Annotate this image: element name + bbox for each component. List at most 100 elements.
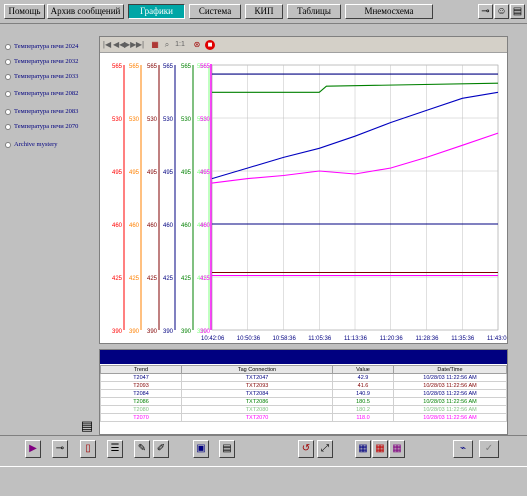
printer-icon[interactable]: ▤ [78, 417, 96, 435]
table-cell-tag: TXT2084 [181, 389, 333, 398]
undo-icon[interactable]: ↺ [298, 440, 314, 458]
zoom-icon[interactable]: ⌕ [162, 40, 172, 50]
table-cell-time: 10/28/03 11:22:56 AM [393, 373, 507, 382]
radio-icon [5, 43, 11, 50]
chart-red-icon[interactable]: ▦ [372, 440, 388, 458]
document-icon[interactable]: ▯ [80, 440, 96, 458]
menu-system[interactable]: Система [189, 4, 241, 19]
edit-alt-icon[interactable]: ✐ [153, 440, 169, 458]
x-tick-label: 11:35:36 [451, 336, 475, 342]
y-tick-label: 425 [129, 276, 140, 282]
trend-item-label: Температура печи 2033 [14, 73, 79, 80]
y-tick-label: 390 [163, 329, 174, 335]
redo-icon[interactable]: ⤢ [317, 440, 333, 458]
settings-icon[interactable]: ▦ [150, 40, 160, 50]
y-tick-label: 495 [181, 170, 192, 176]
stop-icon[interactable]: ■ [205, 40, 215, 50]
lock-icon[interactable]: ⊛ [192, 40, 202, 50]
connect-icon[interactable]: ⌁ [453, 440, 473, 458]
right-margin [509, 36, 527, 435]
x-tick-label: 10:50:36 [237, 336, 261, 342]
radio-icon [5, 73, 11, 80]
table-cell-trend: T2070 [100, 413, 182, 422]
zoom-reset-button[interactable]: 1:1 [173, 40, 187, 50]
y-tick-label: 390 [200, 329, 211, 335]
key-icon[interactable]: ⊸ [52, 440, 68, 458]
disabled-check-icon: ✓ [479, 440, 499, 458]
table-row[interactable]: T2047 TXT2047 42.9 10/28/03 11:22:56 AM [100, 373, 507, 382]
radio-icon [5, 123, 11, 130]
y-tick-label: 390 [181, 329, 192, 335]
last-icon[interactable]: ▶| [135, 40, 145, 50]
menu-kip[interactable]: КИП [245, 4, 283, 19]
menu-tables[interactable]: Таблицы [287, 4, 341, 19]
trend-item[interactable]: Температура печи 2024 [5, 43, 78, 51]
radio-icon [5, 58, 11, 65]
rewind-icon[interactable]: ◀◀ [113, 40, 125, 50]
column-header: Value [332, 365, 394, 374]
y-tick-label: 565 [112, 64, 123, 70]
table-cell-trend: T2047 [100, 373, 182, 382]
y-tick-label: 425 [147, 276, 158, 282]
menu-graphs[interactable]: Графики [128, 4, 185, 19]
chart-purple-icon[interactable]: ▦ [389, 440, 405, 458]
y-tick-label: 530 [200, 117, 211, 123]
trend-item[interactable]: Температура печи 2032 [5, 58, 78, 66]
trend-item[interactable]: Температура печи 2082 [5, 90, 78, 98]
y-tick-label: 425 [181, 276, 192, 282]
table-cell-value: 118.0 [332, 413, 394, 422]
menu-mnemonic[interactable]: Мнемосхема [345, 4, 433, 19]
y-tick-label: 495 [200, 170, 211, 176]
y-tick-label: 530 [181, 117, 192, 123]
legend-table: Trend Tag Connection Value Date/Time T20… [100, 365, 507, 422]
window-alt-icon[interactable]: ▤ [219, 440, 235, 458]
trend-item[interactable]: Archive mystery [5, 141, 58, 149]
y-tick-label: 530 [129, 117, 140, 123]
chart-blue-icon[interactable]: ▦ [355, 440, 371, 458]
y-tick-label: 425 [112, 276, 123, 282]
x-tick-label: 11:43:06 [487, 336, 507, 342]
trend-item[interactable]: Температура печи 2033 [5, 73, 78, 81]
y-tick-label: 565 [163, 64, 174, 70]
y-tick-label: 460 [163, 223, 174, 229]
x-tick-label: 11:20:36 [380, 336, 404, 342]
play-icon[interactable]: ▶ [25, 440, 41, 458]
table-row[interactable]: T2086 TXT2086 180.5 10/28/03 11:22:56 AM [100, 397, 507, 406]
y-tick-label: 565 [147, 64, 158, 70]
table-cell-trend: T2080 [100, 405, 182, 414]
edit-icon[interactable]: ✎ [134, 440, 150, 458]
y-tick-label: 460 [200, 223, 211, 229]
y-tick-label: 495 [147, 170, 158, 176]
y-tick-label: 530 [163, 117, 174, 123]
menu-message-archive[interactable]: Архив сообщений [47, 4, 124, 19]
y-tick-label: 460 [112, 223, 123, 229]
key-icon[interactable]: ⊸ [478, 4, 493, 19]
trend-item[interactable]: Температура печи 2070 [5, 123, 78, 131]
trend-item[interactable]: Температура печи 2083 [5, 108, 78, 116]
table-row[interactable]: T2093 TXT2093 41.6 10/28/03 11:22:56 AM [100, 381, 507, 390]
y-tick-label: 460 [181, 223, 192, 229]
table-cell-time: 10/28/03 11:22:56 AM [393, 389, 507, 398]
y-tick-label: 390 [129, 329, 140, 335]
y-tick-label: 460 [147, 223, 158, 229]
table-row[interactable]: T2080 TXT2080 180.2 10/28/03 11:22:56 AM [100, 405, 507, 414]
table-row[interactable]: T2084 TXT2084 140.9 10/28/03 11:22:56 AM [100, 389, 507, 398]
printer-icon[interactable]: ▤ [510, 4, 525, 19]
trend-item-label: Температура печи 2082 [14, 90, 79, 97]
table-cell-trend: T2084 [100, 389, 182, 398]
trend-item-label: Температура печи 2070 [14, 123, 79, 130]
x-tick-label: 11:05:36 [308, 336, 332, 342]
first-icon[interactable]: |◀ [102, 40, 112, 50]
window-icon[interactable]: ▣ [193, 440, 209, 458]
menu-help[interactable]: Помощь [4, 4, 45, 19]
user-icon[interactable]: ☺ [494, 4, 509, 19]
table-row[interactable]: T2070 TXT2070 118.0 10/28/03 11:22:56 AM [100, 413, 507, 422]
y-tick-label: 390 [112, 329, 123, 335]
table-cell-time: 10/28/03 11:22:56 AM [393, 381, 507, 390]
trend-item-label: Температура печи 2083 [14, 108, 79, 115]
table-cell-tag: TXT2086 [181, 397, 333, 406]
list-icon[interactable]: ☰ [107, 440, 123, 458]
y-tick-label: 495 [112, 170, 123, 176]
x-tick-label: 10:42:06 [201, 336, 225, 342]
forward-icon[interactable]: ▶▶ [124, 40, 136, 50]
